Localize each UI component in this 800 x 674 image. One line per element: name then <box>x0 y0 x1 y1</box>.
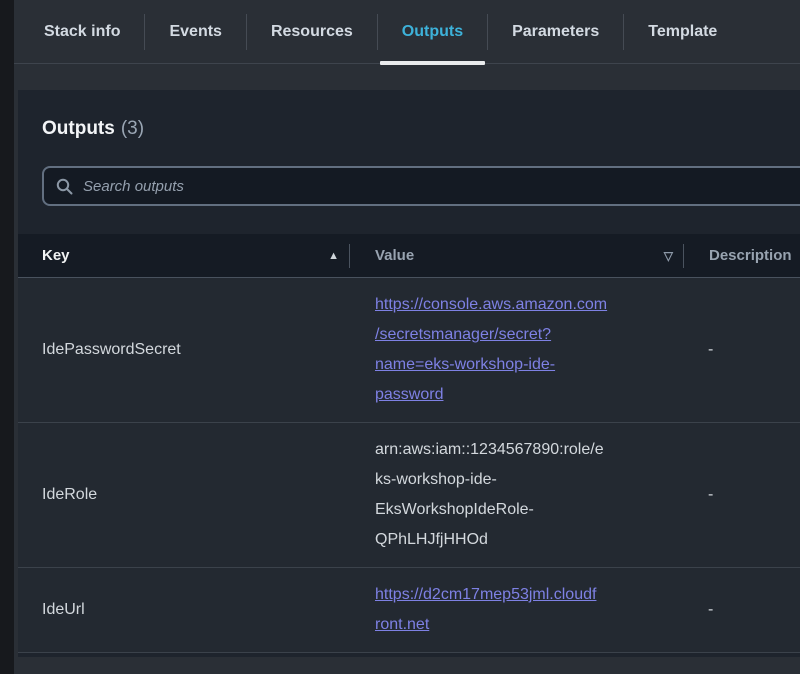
column-header-value[interactable]: Value ▽ <box>350 234 683 277</box>
column-header-value-label: Value <box>375 247 414 264</box>
search-outputs-box[interactable] <box>42 166 800 206</box>
value-line: name=eks-workshop-ide- <box>375 350 664 380</box>
value-line: EksWorkshopIdeRole- <box>375 495 664 525</box>
left-edge-rail <box>0 0 14 674</box>
table-row: IdePasswordSecret https://console.aws.am… <box>18 278 800 423</box>
output-description: - <box>682 323 800 377</box>
outputs-panel: Outputs (3) Key ▲ Value ▽ <box>18 90 800 657</box>
tab-stack-info[interactable]: Stack info <box>20 0 144 63</box>
column-header-key-label: Key <box>42 247 70 264</box>
outputs-table: Key ▲ Value ▽ Description IdePasswordSec… <box>18 234 800 653</box>
search-input[interactable] <box>83 178 800 195</box>
output-description: - <box>682 583 800 637</box>
tab-outputs[interactable]: Outputs <box>378 0 487 63</box>
column-header-key[interactable]: Key ▲ <box>18 234 349 277</box>
value-line: https://d2cm17mep53jml.cloudf <box>375 580 664 610</box>
value-line: https://console.aws.amazon.com <box>375 290 664 320</box>
tab-template[interactable]: Template <box>624 0 741 63</box>
output-value-link[interactable]: https://d2cm17mep53jml.cloudf ront.net <box>375 580 664 640</box>
outputs-table-header: Key ▲ Value ▽ Description <box>18 234 800 278</box>
output-value: https://console.aws.amazon.com /secretsm… <box>349 278 682 422</box>
cloudformation-stack-screen: Stack info Events Resources Outputs Para… <box>0 0 800 674</box>
tab-events[interactable]: Events <box>145 0 245 63</box>
output-value-text: arn:aws:iam::1234567890:role/e ks-worksh… <box>375 435 664 555</box>
value-line: QPhLHJfjHHOd <box>375 525 664 555</box>
output-value: arn:aws:iam::1234567890:role/e ks-worksh… <box>349 423 682 567</box>
output-key: IdeUrl <box>18 583 349 637</box>
output-description: - <box>682 468 800 522</box>
tab-resources[interactable]: Resources <box>247 0 377 63</box>
output-key: IdeRole <box>18 468 349 522</box>
output-value-link[interactable]: https://console.aws.amazon.com /secretsm… <box>375 290 664 410</box>
search-icon <box>56 178 73 195</box>
value-line: password <box>375 380 664 410</box>
outputs-count-badge: (3) <box>121 118 144 139</box>
value-line: ront.net <box>375 610 664 640</box>
sort-indicator-icon[interactable]: ▽ <box>664 249 673 263</box>
column-header-description[interactable]: Description <box>684 234 800 277</box>
outputs-panel-header: Outputs (3) <box>18 90 800 206</box>
page-title: Outputs (3) <box>42 118 800 140</box>
value-line: ks-workshop-ide- <box>375 465 664 495</box>
output-key: IdePasswordSecret <box>18 323 349 377</box>
value-line: arn:aws:iam::1234567890:role/e <box>375 435 664 465</box>
column-header-description-label: Description <box>709 247 792 264</box>
sort-ascending-icon[interactable]: ▲ <box>328 250 339 262</box>
table-row: IdeRole arn:aws:iam::1234567890:role/e k… <box>18 423 800 568</box>
output-value: https://d2cm17mep53jml.cloudf ront.net <box>349 568 682 652</box>
tab-parameters[interactable]: Parameters <box>488 0 623 63</box>
stack-tab-bar: Stack info Events Resources Outputs Para… <box>14 0 800 64</box>
outputs-title-text: Outputs <box>42 118 115 139</box>
value-line: /secretsmanager/secret? <box>375 320 664 350</box>
table-row: IdeUrl https://d2cm17mep53jml.cloudf ron… <box>18 568 800 653</box>
